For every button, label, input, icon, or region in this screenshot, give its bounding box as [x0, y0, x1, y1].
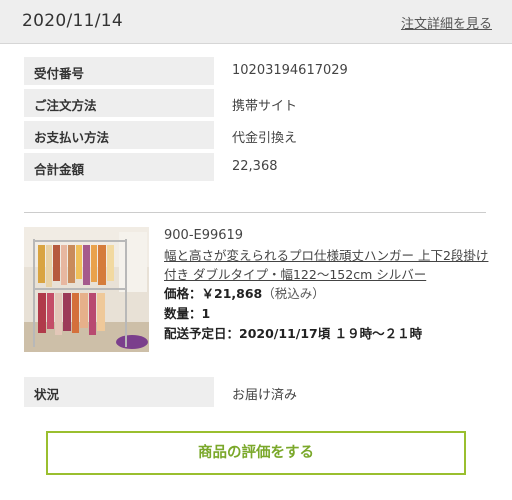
price-line: 価格：￥21,868（税込み） — [164, 284, 494, 304]
order-header: 2020/11/14 注文詳細を見る — [0, 0, 512, 44]
order-number-label: 受付番号 — [24, 57, 214, 85]
order-info-row: ご注文方法 携帯サイト — [24, 89, 486, 121]
delivery-label: 配送予定日： — [164, 326, 240, 341]
total-amount-value: 22,368 — [232, 159, 278, 174]
total-amount-label: 合計金額 — [24, 153, 214, 181]
clothes-rack-image — [24, 227, 149, 352]
payment-method-value: 代金引換え — [232, 131, 298, 146]
quantity-value: 1 — [201, 306, 211, 321]
status-row: 状況 お届け済み — [24, 377, 486, 409]
status-value: お届け済み — [232, 388, 298, 403]
order-info-row: 受付番号 10203194617029 — [24, 57, 486, 89]
order-number-value: 10203194617029 — [232, 63, 348, 78]
price-value: ￥21,868 — [201, 286, 263, 301]
product-details: 900-E99619 幅と高さが変えられるプロ仕様頑丈ハンガー 上下2段掛け付き… — [164, 227, 494, 344]
review-product-button[interactable]: 商品の評価をする — [46, 431, 466, 475]
order-info-row: お支払い方法 代金引換え — [24, 121, 486, 153]
product-name-link[interactable]: 幅と高さが変えられるプロ仕様頑丈ハンガー 上下2段掛け付き ダブルタイプ・幅12… — [164, 246, 494, 284]
status-label: 状況 — [24, 377, 214, 407]
product-code: 900-E99619 — [164, 228, 244, 243]
quantity-line: 数量：1 — [164, 304, 494, 324]
price-label: 価格： — [164, 286, 202, 301]
order-info-table: 受付番号 10203194617029 ご注文方法 携帯サイト お支払い方法 代… — [24, 57, 486, 185]
delivery-value: 2020/11/17頃 １９時〜２１時 — [239, 326, 423, 341]
section-divider — [24, 212, 486, 213]
delivery-line: 配送予定日：2020/11/17頃 １９時〜２１時 — [164, 324, 494, 344]
payment-method-label: お支払い方法 — [24, 121, 214, 149]
quantity-label: 数量： — [164, 306, 202, 321]
order-date: 2020/11/14 — [22, 11, 123, 31]
order-method-label: ご注文方法 — [24, 89, 214, 117]
product-thumbnail[interactable] — [24, 227, 149, 352]
price-tax-note: （税込み） — [262, 286, 325, 301]
order-info-row: 合計金額 22,368 — [24, 153, 486, 185]
order-detail-link[interactable]: 注文詳細を見る — [401, 13, 492, 32]
order-method-value: 携帯サイト — [232, 99, 298, 114]
